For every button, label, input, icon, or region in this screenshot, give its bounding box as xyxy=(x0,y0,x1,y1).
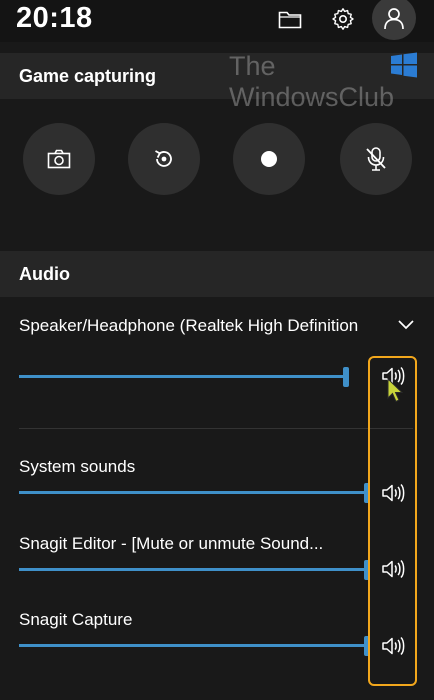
watermark: The WindowsClub xyxy=(229,50,429,114)
system-sounds-volume-track xyxy=(19,491,367,494)
mic-button[interactable] xyxy=(340,123,412,195)
windows-logo-icon xyxy=(391,52,417,78)
snagit-editor-volume-slider[interactable] xyxy=(19,560,370,580)
snagit-capture-volume-slider[interactable] xyxy=(19,636,370,656)
game-capturing-title: Game capturing xyxy=(19,66,157,86)
system-sounds-volume-slider[interactable] xyxy=(19,483,370,503)
device-volume-thumb[interactable] xyxy=(343,367,349,387)
audio-header: Audio xyxy=(0,251,434,297)
clock: 20:18 xyxy=(16,2,93,34)
person-icon xyxy=(384,8,404,30)
folder-icon[interactable] xyxy=(270,0,310,38)
camera-icon xyxy=(47,149,71,169)
app-label-system-sounds: System sounds xyxy=(19,457,136,476)
app-label-snagit-capture: Snagit Capture xyxy=(19,610,133,629)
watermark-line1: The xyxy=(229,51,276,81)
record-last-button[interactable] xyxy=(128,123,200,195)
snagit-capture-volume-track xyxy=(19,644,367,647)
mouse-cursor-icon xyxy=(387,378,404,403)
profile-button[interactable] xyxy=(372,0,416,40)
gear-icon[interactable] xyxy=(323,0,363,38)
device-volume-track xyxy=(19,375,348,378)
record-button[interactable] xyxy=(233,123,305,195)
record-dot-icon xyxy=(261,151,277,167)
app-label-snagit-editor: Snagit Editor - [Mute or unmute Sound... xyxy=(19,534,324,553)
device-volume-slider[interactable] xyxy=(19,367,349,387)
top-bar: 20:18 xyxy=(0,0,434,42)
replay-icon xyxy=(155,150,172,167)
audio-device-label[interactable]: Speaker/Headphone (Realtek High Definiti… xyxy=(19,316,385,336)
divider xyxy=(19,428,413,429)
audio-title: Audio xyxy=(19,264,70,284)
chevron-down-icon[interactable] xyxy=(396,315,416,335)
mic-muted-icon xyxy=(366,147,386,171)
highlight-box xyxy=(368,356,417,686)
screenshot-button[interactable] xyxy=(23,123,95,195)
watermark-line2: WindowsClub xyxy=(229,82,395,112)
snagit-editor-volume-track xyxy=(19,568,367,571)
